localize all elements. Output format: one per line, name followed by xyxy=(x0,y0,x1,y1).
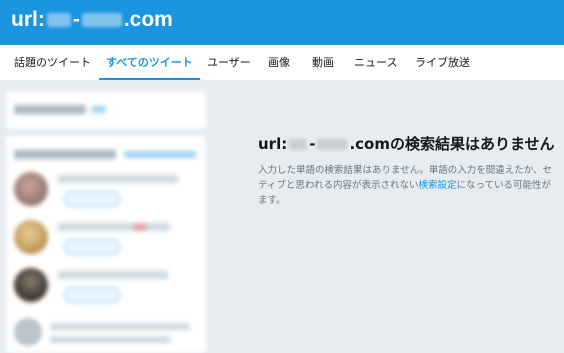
tab-top-tweets[interactable]: 話題のツイート xyxy=(14,45,91,80)
blurred-name xyxy=(50,336,170,343)
tab-videos[interactable]: 動画 xyxy=(312,45,334,80)
query-dash: - xyxy=(72,8,80,31)
blurred-name xyxy=(50,323,190,330)
tab-photos[interactable]: 画像 xyxy=(268,45,290,80)
redacted-text xyxy=(46,13,71,28)
avatar[interactable] xyxy=(14,318,42,346)
description-line: ます。 xyxy=(258,195,286,206)
avatar[interactable] xyxy=(14,172,48,206)
blurred-name xyxy=(58,271,168,279)
blurred-emoji xyxy=(134,223,146,231)
search-tabs: 話題のツイート すべてのツイート ユーザー 画像 動画 ニュース ライブ放送 xyxy=(0,45,564,81)
blurred-link[interactable] xyxy=(124,151,196,158)
description-text: ティブと思われる内容が表示されない xyxy=(258,180,419,191)
tab-news[interactable]: ニュース xyxy=(354,45,397,80)
empty-result-title: url: - .comの検索結果はありません xyxy=(258,133,555,154)
search-query-title: url: - .com xyxy=(11,8,173,32)
blurred-name xyxy=(58,175,178,183)
follow-button[interactable] xyxy=(64,191,120,207)
avatar[interactable] xyxy=(14,220,48,254)
description-text: になっている可能性が xyxy=(456,180,552,191)
tab-live[interactable]: ライブ放送 xyxy=(415,45,470,80)
blurred-name xyxy=(58,223,170,231)
description-line: 入力した単語の検索結果はありません。単語の入力を間違えたか、セ xyxy=(258,165,553,176)
follow-button[interactable] xyxy=(64,287,120,303)
blurred-heading xyxy=(14,150,116,159)
redacted-text xyxy=(81,13,122,28)
blurred-link[interactable] xyxy=(92,106,106,113)
avatar[interactable] xyxy=(14,268,48,302)
search-header: url: - .com xyxy=(0,0,564,45)
who-to-follow-card xyxy=(6,136,206,353)
search-settings-link[interactable]: 検索設定 xyxy=(418,180,456,191)
query-suffix: .com xyxy=(123,8,173,31)
tab-users[interactable]: ユーザー xyxy=(207,45,251,80)
tab-latest-tweets[interactable]: すべてのツイート xyxy=(99,45,200,80)
query-prefix: url: xyxy=(11,8,45,31)
follow-button[interactable] xyxy=(64,239,120,255)
blurred-heading xyxy=(14,105,86,114)
query-suffix: .comの検索結果はありません xyxy=(349,135,555,153)
empty-result-description: 入力した単語の検索結果はありません。単語の入力を間違えたか、セ ティブと思われる… xyxy=(258,163,564,208)
description-line: ティブと思われる内容が表示されない検索設定になっている可能性が xyxy=(258,178,564,193)
query-prefix: url: xyxy=(258,135,288,153)
query-dash: - xyxy=(309,135,316,153)
redacted-text xyxy=(289,139,308,150)
redacted-text xyxy=(317,139,348,150)
search-filters-card xyxy=(6,91,206,129)
